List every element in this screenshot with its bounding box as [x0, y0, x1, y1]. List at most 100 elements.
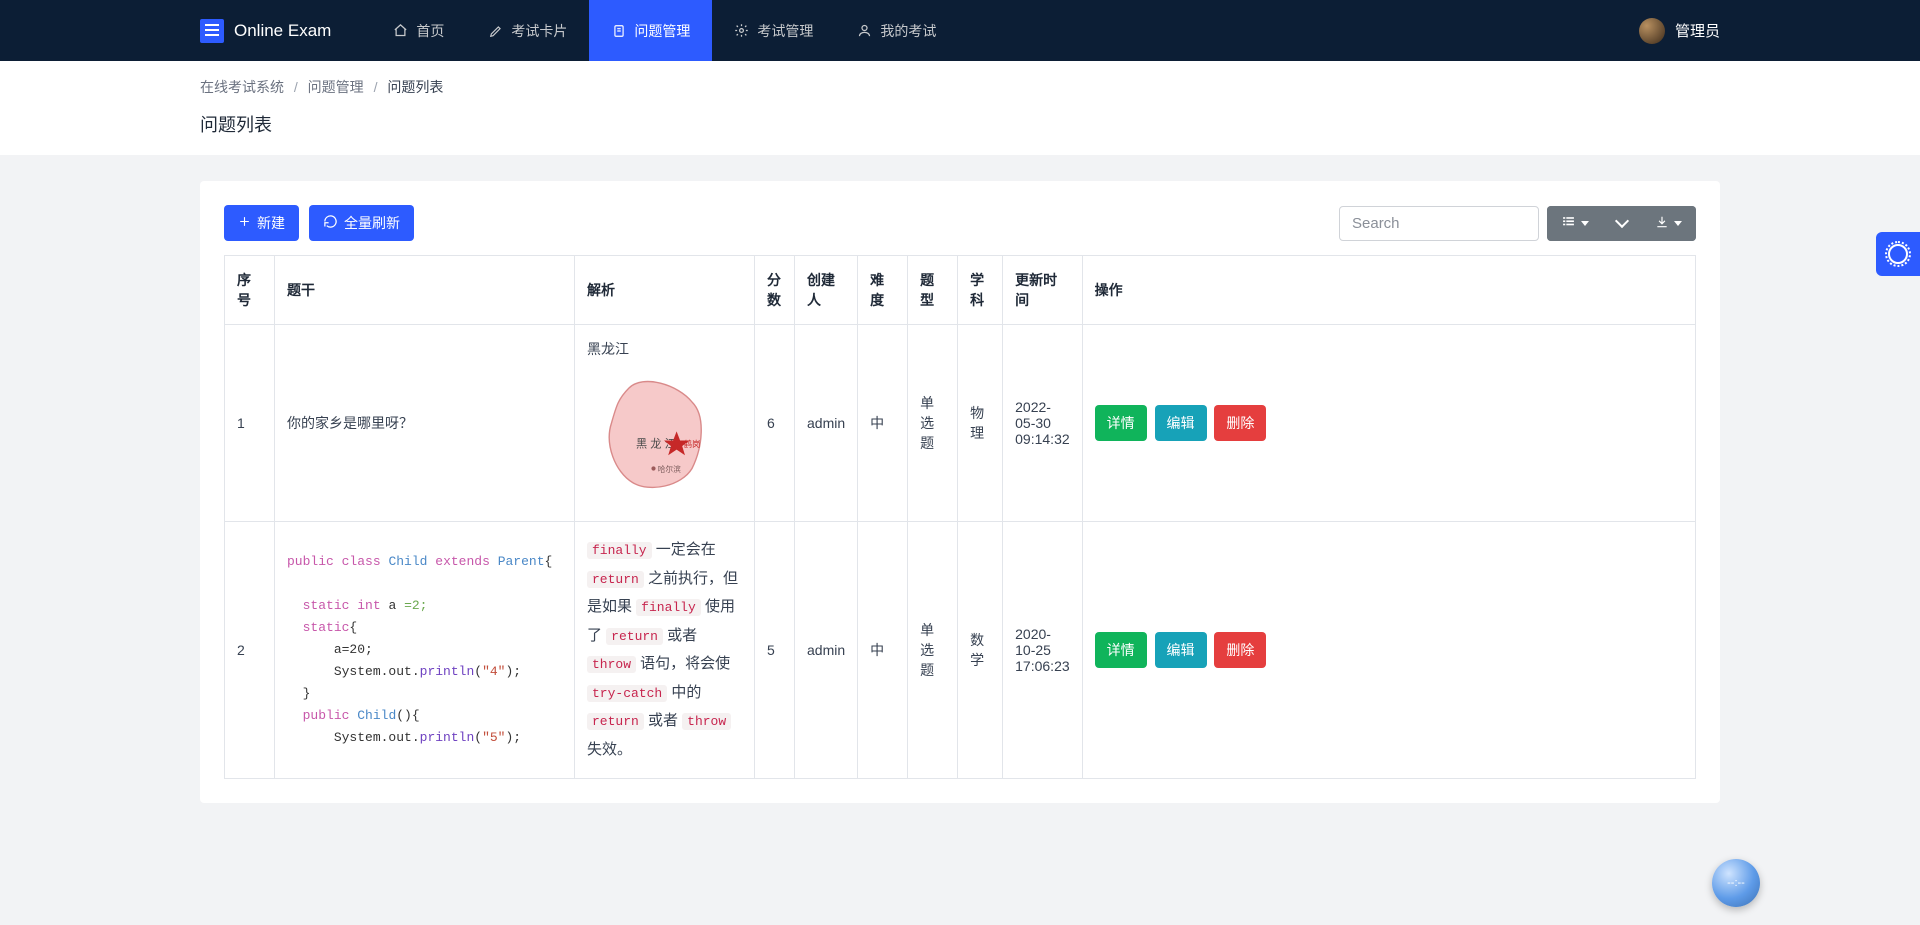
delete-button[interactable]: 删除: [1214, 405, 1266, 441]
toolbar-left: 新建 全量刷新: [224, 205, 414, 241]
toolbar-right: [1339, 206, 1696, 241]
crumb-current: 问题列表: [387, 79, 443, 95]
cell-score: 5: [755, 522, 795, 779]
toolbar: 新建 全量刷新: [224, 205, 1696, 241]
cell-subject: 数学: [958, 522, 1003, 779]
nav-label: 考试管理: [757, 21, 813, 41]
th-analysis[interactable]: 解析: [575, 256, 755, 325]
user-icon: [857, 23, 872, 38]
app-name: Online Exam: [234, 21, 331, 41]
detail-button[interactable]: 详情: [1095, 632, 1147, 668]
refresh-button[interactable]: 全量刷新: [309, 205, 414, 241]
download-icon: [1655, 215, 1669, 232]
edit-button[interactable]: 编辑: [1155, 405, 1207, 441]
crumb-sep: /: [294, 79, 298, 95]
nav-items: 首页 考试卡片 问题管理 考试管理: [371, 0, 958, 61]
columns-button[interactable]: [1547, 206, 1603, 241]
chevron-down-icon: [1615, 214, 1629, 228]
nav-label: 我的考试: [880, 21, 936, 41]
page-title: 问题列表: [200, 115, 272, 135]
cell-subject: 物理: [958, 325, 1003, 522]
th-qtype[interactable]: 题型: [908, 256, 958, 325]
cell-difficulty: 中: [858, 325, 908, 522]
new-button[interactable]: 新建: [224, 205, 299, 241]
cell-stem: 你的家乡是哪里呀？: [275, 325, 575, 522]
cell-actions: 详情 编辑 删除: [1082, 522, 1695, 779]
cell-creator: admin: [795, 325, 858, 522]
user-name: 管理员: [1675, 20, 1720, 41]
gear-icon: [1888, 244, 1908, 264]
nav-exam-card[interactable]: 考试卡片: [466, 0, 589, 61]
list-icon: [1561, 215, 1576, 231]
breadcrumb: 在线考试系统 / 问题管理 / 问题列表: [0, 61, 1920, 105]
cell-seq: 1: [225, 325, 275, 522]
crumb-sep: /: [374, 79, 378, 95]
nav-label: 问题管理: [634, 21, 690, 41]
cell-qtype: 单选题: [908, 325, 958, 522]
floating-clock-button[interactable]: --:--: [1712, 859, 1760, 907]
btn-label: 新建: [257, 213, 285, 233]
avatar: [1639, 18, 1665, 44]
th-stem[interactable]: 题干: [275, 256, 575, 325]
table-row: 1 你的家乡是哪里呀？ 黑龙江 黑 龙 江 鹤岗: [225, 325, 1696, 522]
code-block: public class Child extends Parent{ stati…: [287, 551, 562, 750]
logo-icon: [200, 19, 224, 43]
nav-home[interactable]: 首页: [371, 0, 466, 61]
export-button[interactable]: [1641, 206, 1696, 241]
table-row: 2 public class Child extends Parent{ sta…: [225, 522, 1696, 779]
cell-updated: 2020-10-25 17:06:23: [1003, 522, 1082, 779]
th-seq[interactable]: 序号: [225, 256, 275, 325]
th-creator[interactable]: 创建人: [795, 256, 858, 325]
svg-text:哈尔滨: 哈尔滨: [658, 464, 681, 474]
nav-exam-mgmt[interactable]: 考试管理: [712, 0, 835, 61]
cell-difficulty: 中: [858, 522, 908, 779]
cell-qtype: 单选题: [908, 522, 958, 779]
list-card: 新建 全量刷新: [200, 181, 1720, 803]
detail-button[interactable]: 详情: [1095, 405, 1147, 441]
nav-left: Online Exam 首页 考试卡片 问题管理: [200, 0, 958, 61]
refresh-icon: [323, 214, 338, 232]
caret-down-icon: [1674, 221, 1682, 226]
page-title-wrap: 问题列表: [0, 105, 1920, 155]
cell-stem: public class Child extends Parent{ stati…: [275, 522, 575, 779]
page-content: 在线考试系统 / 问题管理 / 问题列表 问题列表 新建 全量刷新: [0, 61, 1920, 803]
th-subject[interactable]: 学科: [958, 256, 1003, 325]
th-difficulty[interactable]: 难度: [858, 256, 908, 325]
nav-question-mgmt[interactable]: 问题管理: [589, 0, 712, 61]
question-table: 序号 题干 解析 分数 创建人 难度 题型 学科 更新时间 操作 1 你的家乡是…: [224, 255, 1696, 779]
crumb-section[interactable]: 问题管理: [308, 79, 364, 95]
crumb-root[interactable]: 在线考试系统: [200, 79, 284, 95]
btn-label: 全量刷新: [344, 213, 400, 233]
search-input[interactable]: [1339, 206, 1539, 241]
expand-button[interactable]: [1603, 206, 1641, 241]
th-action: 操作: [1082, 256, 1695, 325]
clock-icon: --:--: [1727, 877, 1745, 889]
analysis-text: finally 一定会在 return 之前执行，但是如果 finally 使用…: [587, 536, 742, 764]
nav-user[interactable]: 管理员: [1639, 18, 1720, 44]
app-logo[interactable]: Online Exam: [200, 19, 331, 43]
nav-my-exam[interactable]: 我的考试: [835, 0, 958, 61]
edit-button[interactable]: 编辑: [1155, 632, 1207, 668]
toolbar-button-group: [1547, 206, 1696, 241]
cell-actions: 详情 编辑 删除: [1082, 325, 1695, 522]
pencil-icon: [488, 23, 503, 38]
cell-seq: 2: [225, 522, 275, 779]
cell-analysis: 黑龙江 黑 龙 江 鹤岗 哈尔滨: [575, 325, 755, 522]
nav-label: 首页: [416, 21, 444, 41]
caret-down-icon: [1581, 221, 1589, 226]
th-score[interactable]: 分数: [755, 256, 795, 325]
svg-text:鹤岗: 鹤岗: [684, 439, 701, 449]
delete-button[interactable]: 删除: [1214, 632, 1266, 668]
th-updated[interactable]: 更新时间: [1003, 256, 1082, 325]
top-navbar: Online Exam 首页 考试卡片 问题管理: [0, 0, 1920, 61]
cell-score: 6: [755, 325, 795, 522]
nav-label: 考试卡片: [511, 21, 567, 41]
province-map-image: 黑 龙 江 鹤岗 哈尔滨: [587, 367, 727, 507]
cell-analysis: finally 一定会在 return 之前执行，但是如果 finally 使用…: [575, 522, 755, 779]
table-header-row: 序号 题干 解析 分数 创建人 难度 题型 学科 更新时间 操作: [225, 256, 1696, 325]
settings-drawer-toggle[interactable]: [1876, 232, 1920, 276]
note-icon: [611, 23, 626, 38]
analysis-label: 黑龙江: [587, 339, 742, 359]
gear-small-icon: [734, 23, 749, 38]
home-icon: [393, 23, 408, 38]
